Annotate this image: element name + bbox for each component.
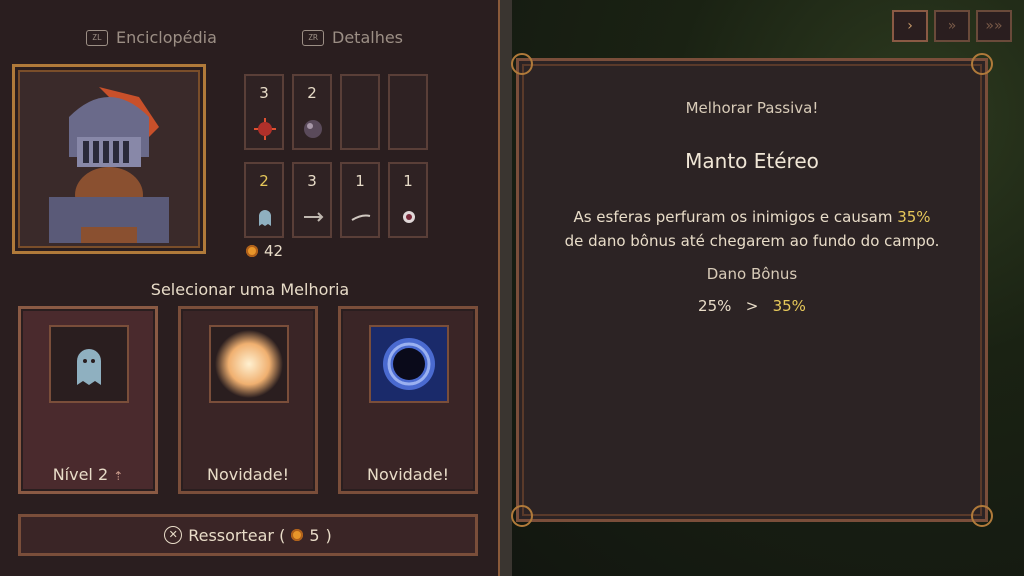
card-label: Nível 2 ⇡: [21, 465, 155, 484]
slot-count: 3: [259, 84, 269, 102]
corner-ornament: [511, 505, 533, 527]
coin-icon: [291, 529, 304, 541]
zr-button-icon: ZR: [302, 29, 324, 46]
stat-label: Dano Bônus: [706, 265, 798, 283]
detail-subtitle: Melhorar Passiva!: [685, 99, 819, 117]
slot-count: 1: [403, 172, 413, 190]
x-button-icon: ✕: [164, 526, 183, 544]
upgrade-description: As esferas perfuram os inimigos e causam…: [519, 205, 985, 253]
desc-text: As esferas perfuram os inimigos e causam: [573, 208, 898, 226]
burst-orb-icon: [215, 330, 283, 398]
field-edge: [500, 0, 512, 576]
upgrade-detail-panel: Melhorar Passiva! Manto Etéreo As esfera…: [511, 53, 993, 527]
desc-highlight-value: 35%: [897, 208, 931, 226]
encyclopedia-tab[interactable]: ZL Enciclopédia: [86, 28, 217, 47]
passive-slot-7[interactable]: 1: [340, 162, 380, 238]
upgrade-panel: ZL Enciclopédia ZR Detalhes 3 2 2 3 1 1 …: [0, 0, 500, 576]
encyclopedia-label: Enciclopédia: [116, 28, 217, 47]
slot-count: 2: [259, 172, 269, 190]
passive-slot-5[interactable]: 2: [244, 162, 284, 238]
stat-values: 25% > 35%: [519, 297, 985, 315]
dark-orb-icon: [304, 120, 322, 138]
details-tab[interactable]: ZR Detalhes: [302, 28, 403, 47]
desc-text: de dano bônus até chegarem ao fundo do c…: [564, 232, 940, 250]
stat-new-value: 35%: [772, 297, 806, 315]
upgrade-arrow-icon: ⇡: [113, 469, 124, 483]
corner-ornament: [511, 53, 533, 75]
speed-2x-label: »: [947, 18, 957, 34]
upgrade-card-1[interactable]: Nível 2 ⇡: [18, 306, 158, 494]
ghost-icon: [259, 210, 271, 226]
speed-3x-label: »»: [985, 18, 1003, 34]
passive-slot-8[interactable]: 1: [388, 162, 428, 238]
arrow-icon: [304, 212, 324, 222]
spiked-orb-icon: [254, 118, 276, 140]
passive-slot-3-empty[interactable]: [340, 74, 380, 150]
passive-slot-2[interactable]: 2: [292, 74, 332, 150]
reroll-button[interactable]: ✕ Ressortear ( 5): [18, 514, 478, 556]
slot-count: 1: [355, 172, 365, 190]
character-portrait: [12, 64, 206, 254]
stat-old-value: 25%: [698, 297, 732, 315]
coin-counter: 42: [246, 242, 283, 260]
knight-icon: [49, 87, 169, 243]
passive-slot-4-empty[interactable]: [388, 74, 428, 150]
speed-1x-button[interactable]: ›: [892, 10, 928, 42]
reroll-label: Ressortear (: [188, 525, 286, 545]
eye-orb-icon: [403, 211, 415, 223]
corner-ornament: [971, 505, 993, 527]
corner-ornament: [971, 53, 993, 75]
feather-icon: [351, 214, 371, 221]
upgrade-name: Manto Etéreo: [685, 149, 819, 173]
level-label: Nível 2: [52, 465, 109, 484]
select-upgrade-title: Selecionar uma Melhoria: [150, 280, 350, 299]
coin-amount: 42: [264, 242, 284, 260]
card-label: Novidade!: [366, 465, 450, 484]
ghost-icon: [77, 349, 101, 385]
card-art: [209, 325, 289, 403]
vortex-orb-icon: [371, 327, 447, 401]
passive-slot-6[interactable]: 3: [292, 162, 332, 238]
speed-1x-label: ›: [907, 18, 913, 34]
upgrade-card-2[interactable]: Novidade!: [178, 306, 318, 494]
card-art: [49, 325, 129, 403]
stat-arrow: >: [745, 297, 759, 315]
card-art: [369, 325, 449, 403]
reroll-cost: 5: [309, 525, 320, 545]
speed-2x-button[interactable]: »: [934, 10, 970, 42]
slot-count: 3: [307, 172, 317, 190]
details-label: Detalhes: [332, 28, 404, 47]
reroll-close-paren: ): [325, 525, 332, 545]
zl-button-icon: ZL: [86, 29, 108, 46]
speed-3x-button[interactable]: »»: [976, 10, 1012, 42]
upgrade-card-3[interactable]: Novidade!: [338, 306, 478, 494]
card-label: Novidade!: [206, 465, 290, 484]
slot-count: 2: [307, 84, 317, 102]
passive-slot-1[interactable]: 3: [244, 74, 284, 150]
coin-icon: [246, 245, 258, 257]
